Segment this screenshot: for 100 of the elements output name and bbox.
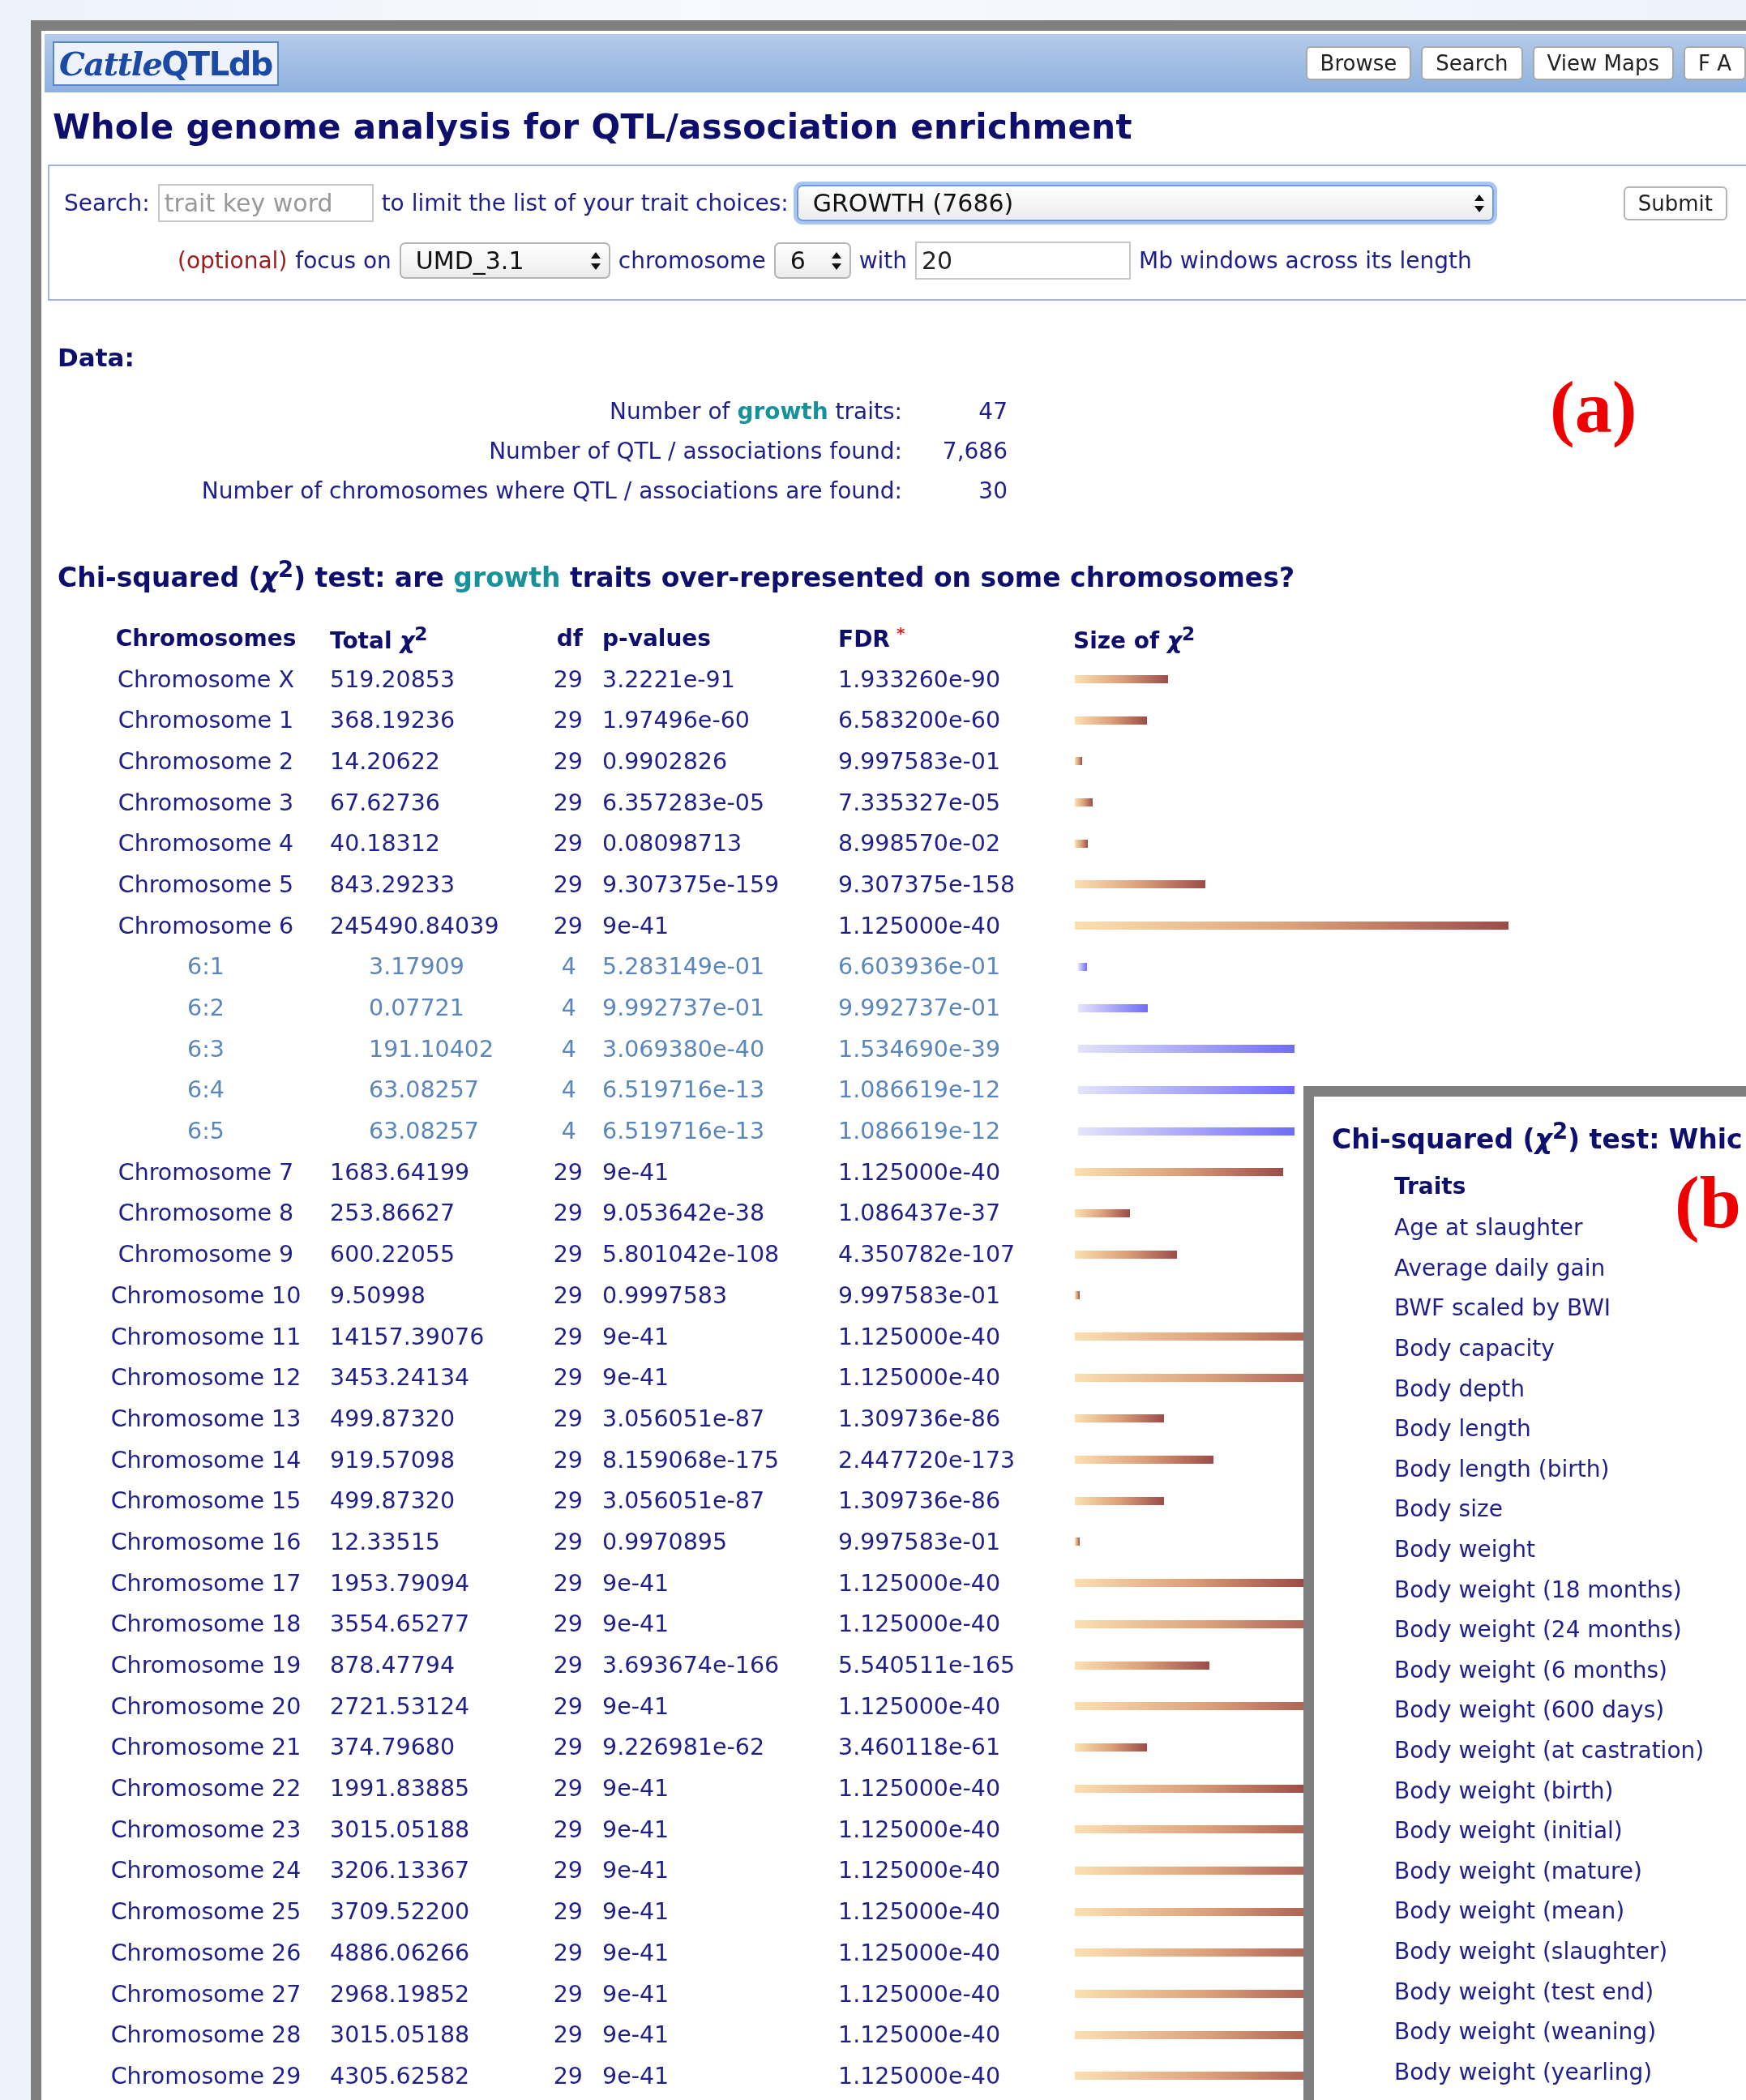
table-cell-text: 4	[560, 1118, 577, 1145]
chromosome-link[interactable]: Chromosome 18	[90, 1610, 322, 1638]
table-cell-text: 1.125000e-40	[837, 1158, 1002, 1186]
table-cell-text: 29	[552, 870, 584, 898]
figure-label: (b	[1675, 1160, 1741, 1245]
figure-label: (a)	[1550, 365, 1637, 450]
table-cell-text: 1.125000e-40	[837, 912, 1002, 939]
table-cell-text: 1.125000e-40	[837, 1364, 1002, 1392]
trait-link[interactable]: Body weight (slaughter)	[1394, 1938, 1668, 1965]
chromosome-link[interactable]: Chromosome X	[90, 665, 322, 693]
table-cell-text: 3.693674e-166	[601, 1652, 781, 1679]
window-link[interactable]: 6:3	[90, 1035, 322, 1063]
table-cell-text: 9e-41	[601, 1158, 670, 1186]
stat-label: Number of QTL / associations found:	[488, 438, 902, 464]
chromosome-link[interactable]: Chromosome 14	[90, 1446, 322, 1473]
submit-button[interactable]: Submit	[1623, 186, 1727, 220]
table-cell-text: 29	[552, 1898, 584, 1926]
nav-button[interactable]: View Maps	[1532, 46, 1674, 80]
chi-square-bar	[1075, 1538, 1080, 1546]
table-cell-text: 29	[552, 1652, 584, 1679]
window-link[interactable]: 6:2	[90, 994, 322, 1022]
trait-link[interactable]: Body weight (initial)	[1394, 1817, 1623, 1845]
chromosome-link[interactable]: Chromosome 20	[90, 1692, 322, 1720]
chromosome-link[interactable]: Chromosome 19	[90, 1652, 322, 1679]
chromosome-link[interactable]: Chromosome 26	[90, 1939, 322, 1966]
column-header: df	[555, 624, 584, 652]
chromosome-link[interactable]: Chromosome 15	[90, 1487, 322, 1515]
chromosome-link[interactable]: Chromosome 24	[90, 1857, 322, 1884]
trait-link[interactable]: Body length (birth)	[1394, 1455, 1610, 1482]
table-cell-text: 191.10402	[368, 1035, 495, 1063]
chromosome-link[interactable]: Chromosome 10	[90, 1281, 322, 1309]
chromosome-link[interactable]: Chromosome 28	[90, 2021, 322, 2049]
chromosome-link[interactable]: Chromosome 8	[90, 1200, 322, 1227]
table-cell-text: 29	[552, 1487, 584, 1515]
chromosome-link[interactable]: Chromosome 16	[90, 1528, 322, 1555]
chromosome-link[interactable]: Chromosome 22	[90, 1775, 322, 1803]
chromosome-link[interactable]: Chromosome 11	[90, 1323, 322, 1350]
chi-square-bar	[1075, 798, 1093, 807]
window-link[interactable]: 6:1	[90, 953, 322, 981]
trait-link[interactable]: Body weight (yearling)	[1394, 2058, 1653, 2085]
chromosome-link[interactable]: Chromosome 3	[90, 789, 322, 816]
stat-label: Number of chromosomes where QTL / associations are found:	[200, 477, 902, 504]
chromosome-link[interactable]: Chromosome 6	[90, 912, 322, 939]
trait-link[interactable]: Body weight (at castration)	[1394, 1737, 1705, 1764]
trait-link[interactable]: Body weight (6 months)	[1394, 1656, 1667, 1683]
window-link[interactable]: 6:5	[90, 1118, 322, 1145]
table-cell-text: 29	[552, 1446, 584, 1473]
chromosome-link[interactable]: Chromosome 1	[90, 707, 322, 734]
chromosome-link[interactable]: Chromosome 2	[90, 747, 322, 775]
chromosome-link[interactable]: Chromosome 7	[90, 1158, 322, 1186]
table-cell-text: 9.992737e-01	[601, 994, 766, 1022]
trait-link[interactable]: Body weight (18 months)	[1394, 1576, 1682, 1603]
window-link[interactable]: 6:4	[90, 1076, 322, 1104]
trait-link[interactable]: Body weight (weaning)	[1394, 2018, 1657, 2046]
trait-link[interactable]: Body weight	[1394, 1536, 1535, 1563]
trait-link[interactable]: Body capacity	[1394, 1335, 1555, 1362]
table-cell-text: 1.933260e-90	[837, 665, 1002, 693]
table-cell-text: 7.335327e-05	[837, 789, 1002, 816]
table-cell-text: 0.9902826	[601, 747, 729, 775]
keyword-field[interactable]: trait key word	[157, 184, 374, 222]
chromosome-link[interactable]: Chromosome 4	[90, 830, 322, 858]
chromosome-link[interactable]: Chromosome 21	[90, 1734, 322, 1761]
dropdown[interactable]: 6	[773, 242, 851, 279]
dropdown[interactable]: UMD_3.1	[399, 242, 610, 279]
chromosome-link[interactable]: Chromosome 13	[90, 1405, 322, 1432]
chromosome-link[interactable]: Chromosome 27	[90, 1980, 322, 2008]
site-logo[interactable]: CattleQTLdb	[53, 41, 279, 86]
table-cell-text: 12.33515	[329, 1528, 441, 1555]
trait-link[interactable]: Body weight (mature)	[1394, 1857, 1643, 1884]
trait-link[interactable]: Body depth	[1394, 1375, 1526, 1402]
trait-link[interactable]: Body length	[1394, 1415, 1531, 1443]
table-cell-text: 29	[552, 747, 584, 775]
trait-link[interactable]: Body weight (birth)	[1394, 1777, 1614, 1804]
chromosome-link[interactable]: Chromosome 17	[90, 1569, 322, 1597]
chromosome-link[interactable]: Chromosome 5	[90, 870, 322, 898]
nav-button[interactable]: F A	[1684, 46, 1746, 80]
chromosome-link[interactable]: Chromosome 29	[90, 2062, 322, 2089]
trait-link[interactable]: Body weight (600 days)	[1394, 1696, 1665, 1724]
table-cell-text: 9e-41	[601, 1939, 670, 1966]
nav-button[interactable]: Browse	[1305, 46, 1412, 80]
trait-link[interactable]: BWF scaled by BWI	[1394, 1294, 1611, 1322]
table-cell-text: 253.86627	[329, 1200, 456, 1227]
table-cell-text: 1.086437e-37	[837, 1200, 1002, 1227]
chromosome-link[interactable]: Chromosome 23	[90, 1816, 322, 1843]
table-cell-text: 29	[552, 1734, 584, 1761]
table-cell-text: 29	[552, 1857, 584, 1884]
stat-value: 30	[978, 477, 1008, 504]
trait-link[interactable]: Body weight (test end)	[1394, 1978, 1654, 2005]
nav-button[interactable]: Search	[1421, 46, 1523, 80]
trait-link[interactable]: Age at slaughter	[1394, 1214, 1583, 1242]
chromosome-link[interactable]: Chromosome 12	[90, 1364, 322, 1392]
trait-link[interactable]: Body weight (mean)	[1394, 1897, 1625, 1925]
chromosome-link[interactable]: Chromosome 9	[90, 1241, 322, 1268]
trait-link[interactable]: Average daily gain	[1394, 1254, 1606, 1281]
chromosome-link[interactable]: Chromosome 25	[90, 1898, 322, 1926]
trait-link[interactable]: Body weight (24 months)	[1394, 1616, 1682, 1644]
table-cell-text: 29	[552, 912, 584, 939]
window-size-field[interactable]: 20	[915, 242, 1132, 280]
table-cell-text: 5.540511e-165	[837, 1652, 1016, 1679]
trait-link[interactable]: Body size	[1394, 1495, 1503, 1523]
